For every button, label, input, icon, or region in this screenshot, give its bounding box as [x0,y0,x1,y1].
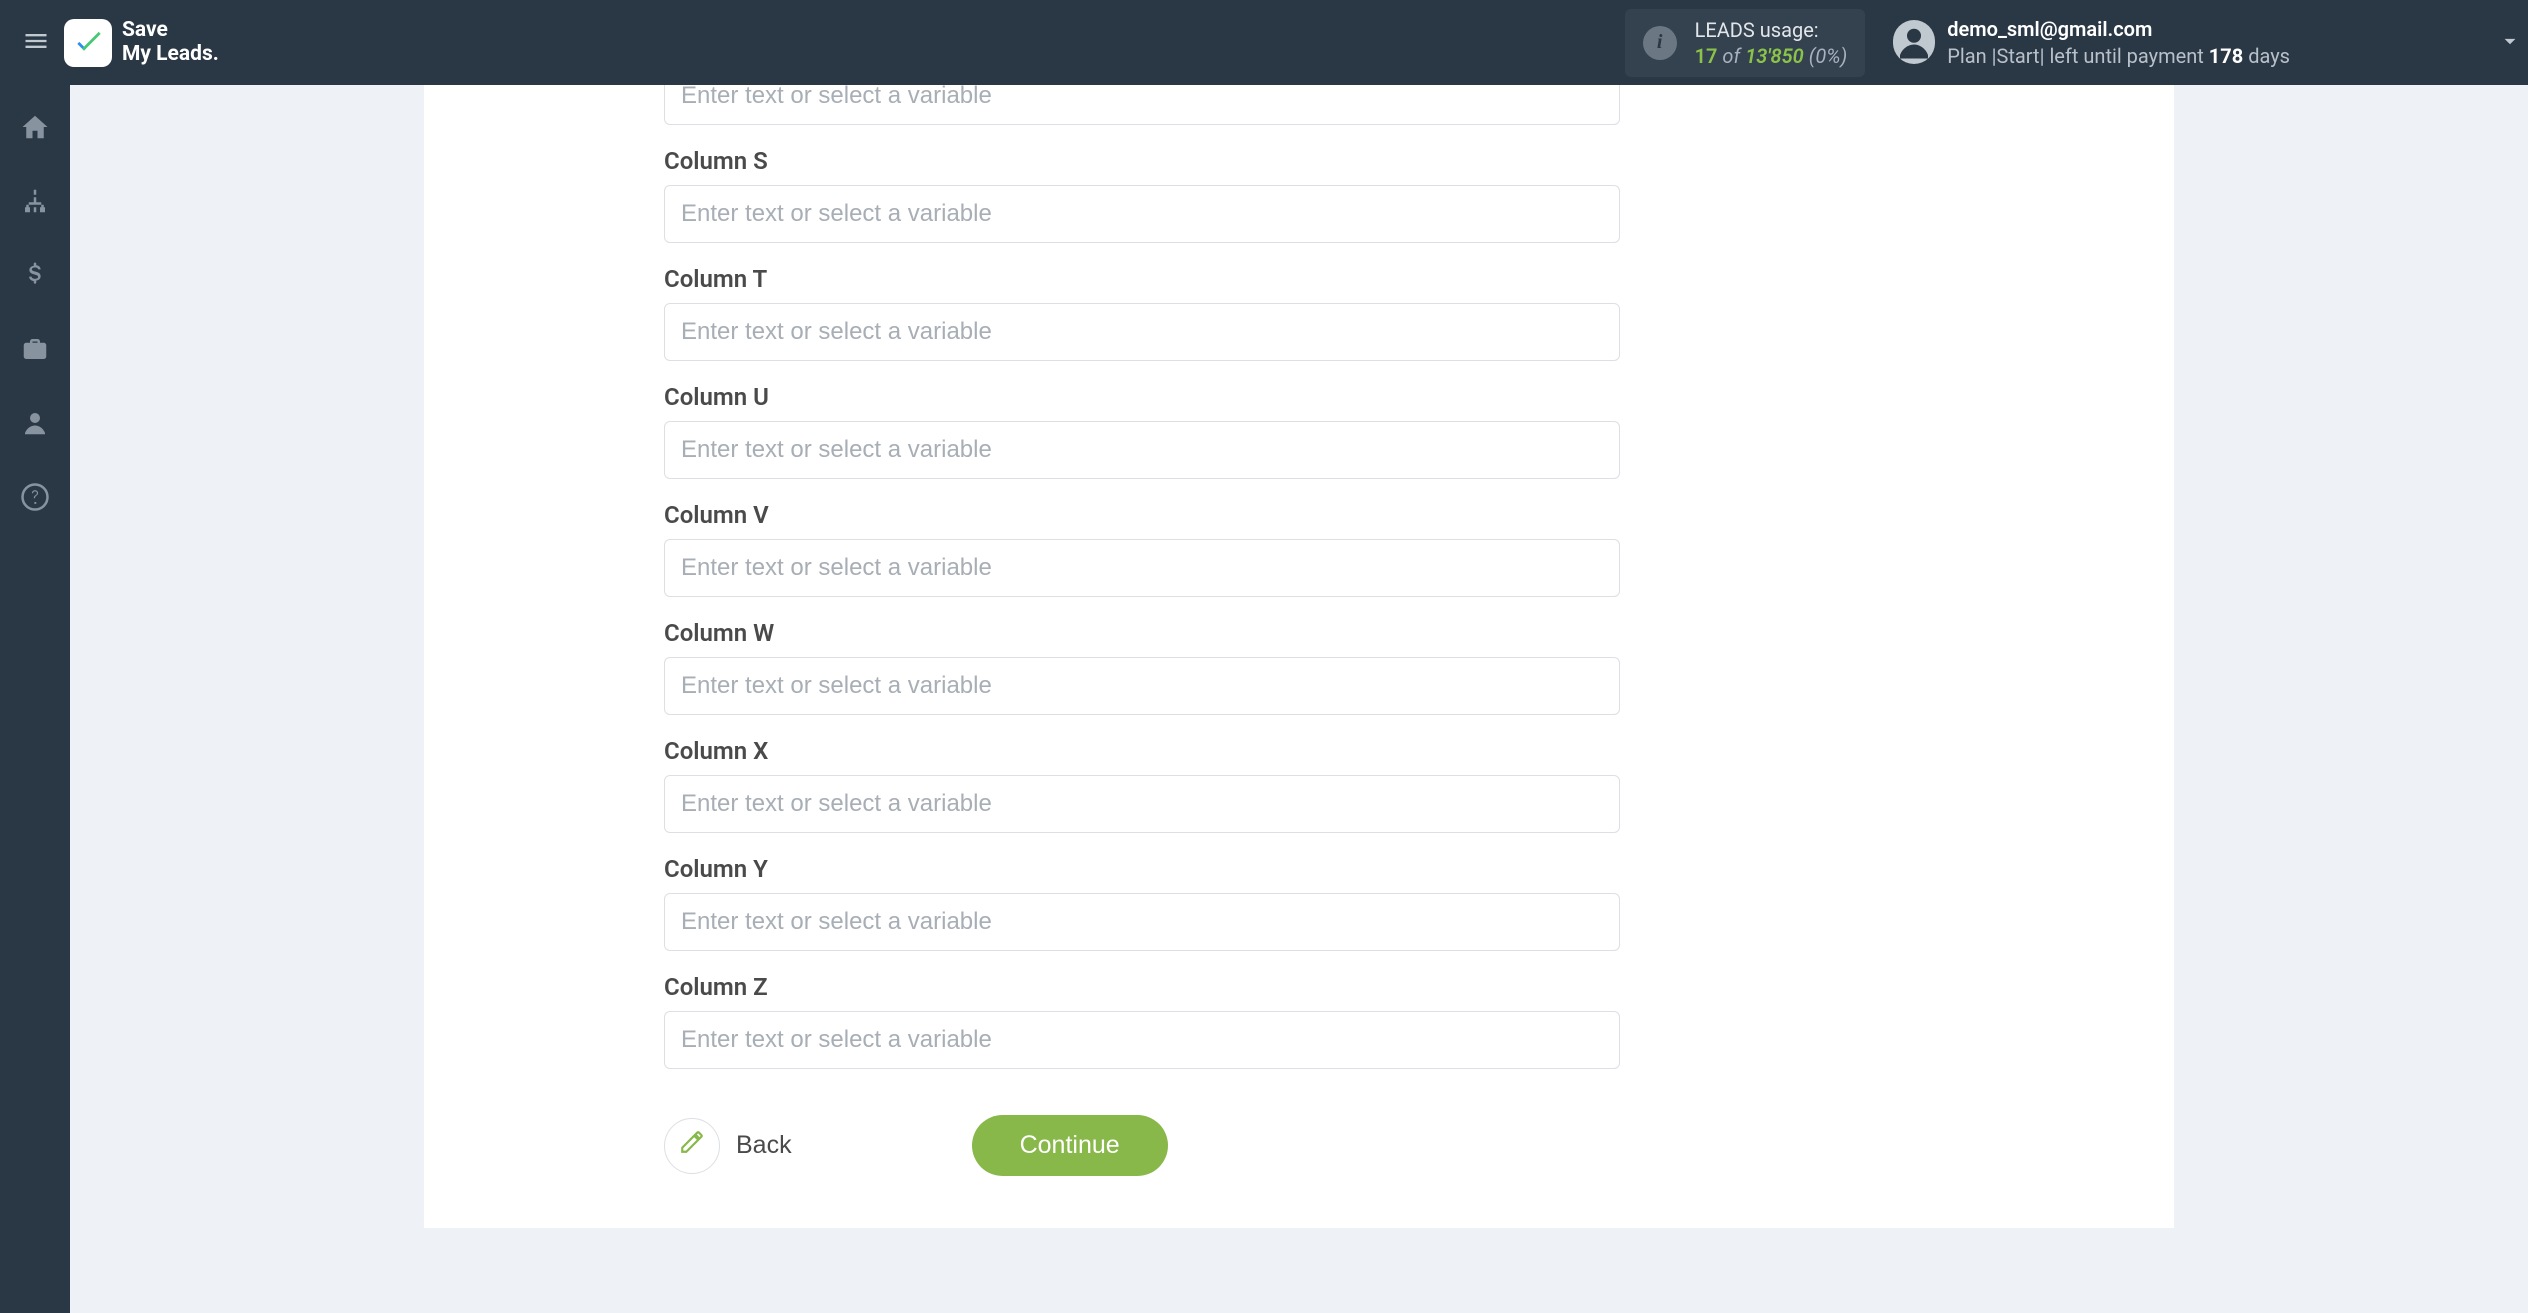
column-t-input[interactable] [664,303,1620,361]
user-icon [20,408,50,442]
field-label: Column U [664,383,1620,411]
back-label: Back [736,1131,792,1160]
field-label: Column T [664,265,1620,293]
field-column-y: Column Y [664,855,1620,951]
field-column-x: Column X [664,737,1620,833]
hamburger-icon [22,27,50,59]
user-plan: Plan |Start| left until payment 178 days [1947,43,2290,70]
back-icon-circle [664,1118,720,1174]
user-circle-icon [1893,20,1935,66]
field-column-t: Column T [664,265,1620,361]
sidebar-item-account[interactable] [15,405,55,445]
usage-text: LEADS usage: 17 of 13'850 (0%) [1695,17,1848,69]
continue-button[interactable]: Continue [972,1115,1168,1176]
column-u-input[interactable] [664,421,1620,479]
form-actions: Back Continue [664,1115,1620,1176]
sitemap-icon [20,186,50,220]
back-button[interactable]: Back [664,1118,792,1174]
user-text: demo_sml@gmail.com Plan |Start| left unt… [1947,16,2290,70]
field-column-s: Column S [664,147,1620,243]
avatar [1893,22,1935,64]
top-header: Save My Leads. i LEADS usage: 17 of 13'8… [0,0,2528,85]
info-icon: i [1643,26,1677,60]
logo-mark [64,19,112,67]
column-w-input[interactable] [664,657,1620,715]
sidebar-item-briefcase[interactable] [15,331,55,371]
sidebar-item-connections[interactable] [15,183,55,223]
field-column-r: Column R [664,85,1620,125]
field-column-v: Column V [664,501,1620,597]
user-email: demo_sml@gmail.com [1947,16,2290,43]
briefcase-icon [20,334,50,368]
field-label: Column X [664,737,1620,765]
sidebar [0,85,70,1313]
column-y-input[interactable] [664,893,1620,951]
usage-used: 17 [1695,44,1718,68]
field-column-w: Column W [664,619,1620,715]
field-label: Column Y [664,855,1620,883]
usage-title: LEADS usage: [1695,17,1848,43]
home-icon [20,112,50,146]
column-r-input[interactable] [664,85,1620,125]
plan-suffix: days [2243,44,2290,68]
sidebar-item-help[interactable] [15,479,55,519]
header-collapse-button[interactable] [2290,24,2510,62]
field-label: Column Z [664,973,1620,1001]
column-v-input[interactable] [664,539,1620,597]
check-icon [72,25,104,61]
usage-of: of [1722,44,1740,68]
user-box[interactable]: demo_sml@gmail.com Plan |Start| left unt… [1893,16,2290,70]
field-column-z: Column Z [664,973,1620,1069]
usage-total: 13'850 [1745,44,1804,68]
brand-line1: Save [122,19,219,42]
question-icon [20,482,50,516]
field-label: Column S [664,147,1620,175]
pencil-icon [679,1129,705,1162]
field-label: Column W [664,619,1620,647]
usage-pct: (0%) [1809,44,1848,68]
plan-days: 178 [2209,44,2243,68]
field-column-u: Column U [664,383,1620,479]
form-card: Column R Column S Column T Column U [424,85,2174,1228]
column-x-input[interactable] [664,775,1620,833]
dollar-icon [20,260,50,294]
column-mapping-form: Column R Column S Column T Column U [664,85,1620,1069]
content-area: Column R Column S Column T Column U [70,85,2528,1313]
plan-prefix: Plan |Start| left until payment [1947,44,2209,68]
sidebar-item-home[interactable] [15,109,55,149]
menu-toggle-button[interactable] [18,25,54,61]
brand-text: Save My Leads. [122,19,219,65]
brand-logo[interactable]: Save My Leads. [64,19,219,67]
chevron-down-icon [2497,28,2523,58]
column-z-input[interactable] [664,1011,1620,1069]
brand-line2: My Leads. [122,43,219,66]
sidebar-item-billing[interactable] [15,257,55,297]
column-s-input[interactable] [664,185,1620,243]
usage-box[interactable]: i LEADS usage: 17 of 13'850 (0%) [1625,9,1866,77]
field-label: Column V [664,501,1620,529]
